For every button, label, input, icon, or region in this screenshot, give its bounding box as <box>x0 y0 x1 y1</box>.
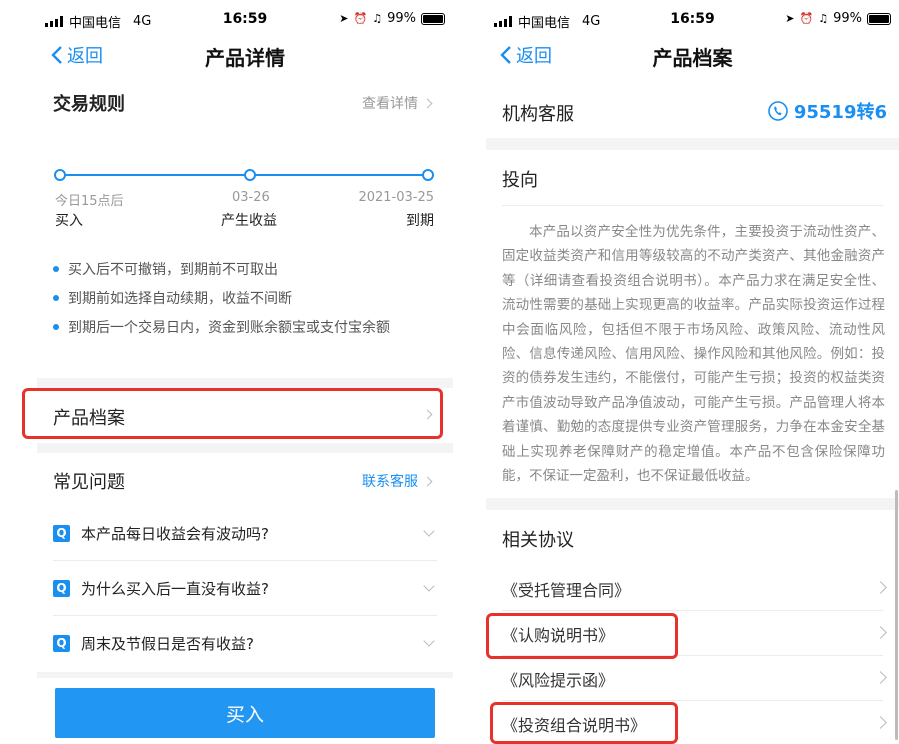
chevron-right-icon <box>874 671 887 684</box>
chevron-right-icon <box>422 98 433 108</box>
section-gap <box>486 138 899 150</box>
timeline-label: 到期 <box>406 213 434 229</box>
timeline-date: 03-26 <box>232 190 270 205</box>
alarm-icon: ⏰ <box>353 12 368 25</box>
view-details-link[interactable]: 查看详情 <box>362 93 433 113</box>
service-phone-link[interactable]: 95519转6 <box>768 98 887 124</box>
section-gap <box>486 498 899 510</box>
section-gap <box>37 443 453 453</box>
bullet-dot-icon <box>53 324 59 330</box>
question-badge: Q <box>53 634 70 652</box>
rule-text: 到期前如选择自动续期，收益不间断 <box>68 291 292 307</box>
timeline-label: 产生收益 <box>221 213 277 229</box>
highlight-box <box>22 388 443 439</box>
phone-icon <box>768 101 788 121</box>
contact-service-label: 联系客服 <box>362 474 418 490</box>
page-title: 产品详情 <box>205 46 285 70</box>
timeline-date: 2021-03-25 <box>358 190 434 205</box>
rule-bullet: 买入后不可撤销，到期前不可取出 <box>53 259 278 279</box>
divider <box>502 205 883 206</box>
chevron-right-icon <box>874 581 887 594</box>
nav-bar: 返回 产品详情 <box>37 38 453 76</box>
battery-label: 99% <box>387 11 416 26</box>
service-phone-number: 95519转6 <box>793 102 887 123</box>
chevron-down-icon <box>423 525 435 537</box>
faq-heading: 常见问题 <box>53 472 125 493</box>
agreement-item[interactable]: 《风险提示函》 <box>486 656 899 700</box>
question-badge: Q <box>53 524 70 542</box>
battery-icon <box>421 12 445 25</box>
battery-label: 99% <box>833 11 862 26</box>
location-icon: ➤ <box>785 12 795 25</box>
chevron-down-icon <box>423 635 435 647</box>
headphones-icon: ♫ <box>818 12 829 25</box>
timeline-dot <box>54 169 66 181</box>
timeline-date: 今日15点后 <box>55 194 124 209</box>
rule-bullet: 到期后一个交易日内，资金到账余额宝或支付宝余额 <box>53 317 390 337</box>
view-details-label: 查看详情 <box>362 96 418 112</box>
battery-icon <box>867 12 891 25</box>
bullet-dot-icon <box>53 266 59 272</box>
section-gap <box>37 672 453 678</box>
rule-text: 买入后不可撤销，到期前不可取出 <box>68 262 278 278</box>
status-bar: 中国电信 4G 16:59 ➤ ⏰ ♫ 99% <box>486 0 899 38</box>
agreements-heading: 相关协议 <box>502 530 574 551</box>
question-badge: Q <box>53 579 70 597</box>
timeline-label: 买入 <box>55 213 83 229</box>
bullet-dot-icon <box>53 295 59 301</box>
faq-question: 为什么买入后一直没有收益? <box>81 579 269 598</box>
invest-description: 本产品以资产安全性为优先条件，主要投资于流动性资产、固定收益类资产和信用等级较高… <box>502 224 885 485</box>
invest-heading: 投向 <box>502 170 538 191</box>
faq-item[interactable]: Q 为什么买入后一直没有收益? <box>53 561 439 615</box>
service-label: 机构客服 <box>502 104 574 125</box>
chevron-right-icon <box>422 476 433 486</box>
section-gap <box>37 378 453 388</box>
agreement-title: 《受托管理合同》 <box>502 581 631 600</box>
chevron-right-icon <box>874 626 887 639</box>
agreement-title: 《风险提示函》 <box>502 671 615 690</box>
timeline-dot <box>422 169 434 181</box>
faq-question: 本产品每日收益会有波动吗? <box>81 524 269 543</box>
agreement-item[interactable]: 《受托管理合同》 <box>486 566 899 610</box>
faq-item[interactable]: Q 本产品每日收益会有波动吗? <box>53 506 439 560</box>
status-bar: 中国电信 4G 16:59 ➤ ⏰ ♫ 99% <box>37 0 453 38</box>
rule-bullet: 到期前如选择自动续期，收益不间断 <box>53 288 292 308</box>
alarm-icon: ⏰ <box>799 12 814 25</box>
faq-question: 周末及节假日是否有收益? <box>81 634 254 653</box>
rule-text: 到期后一个交易日内，资金到账余额宝或支付宝余额 <box>68 320 390 336</box>
location-icon: ➤ <box>339 12 349 25</box>
contact-service-link[interactable]: 联系客服 <box>362 471 433 491</box>
timeline-dot <box>244 169 256 181</box>
nav-bar: 返回 产品档案 <box>486 38 899 76</box>
headphones-icon: ♫ <box>372 12 383 25</box>
buy-button[interactable]: 买入 <box>55 688 435 738</box>
faq-item[interactable]: Q 周末及节假日是否有收益? <box>53 616 439 670</box>
chevron-down-icon <box>423 580 435 592</box>
product-detail-screen: 中国电信 4G 16:59 ➤ ⏰ ♫ 99% 返回 产品详情 交易规则 查看详… <box>37 0 453 743</box>
chevron-right-icon <box>874 716 887 729</box>
trade-rules-heading: 交易规则 <box>53 94 125 115</box>
page-title: 产品档案 <box>652 46 733 70</box>
highlight-box <box>486 613 678 659</box>
scrollbar[interactable] <box>895 490 898 740</box>
highlight-box <box>490 702 678 744</box>
